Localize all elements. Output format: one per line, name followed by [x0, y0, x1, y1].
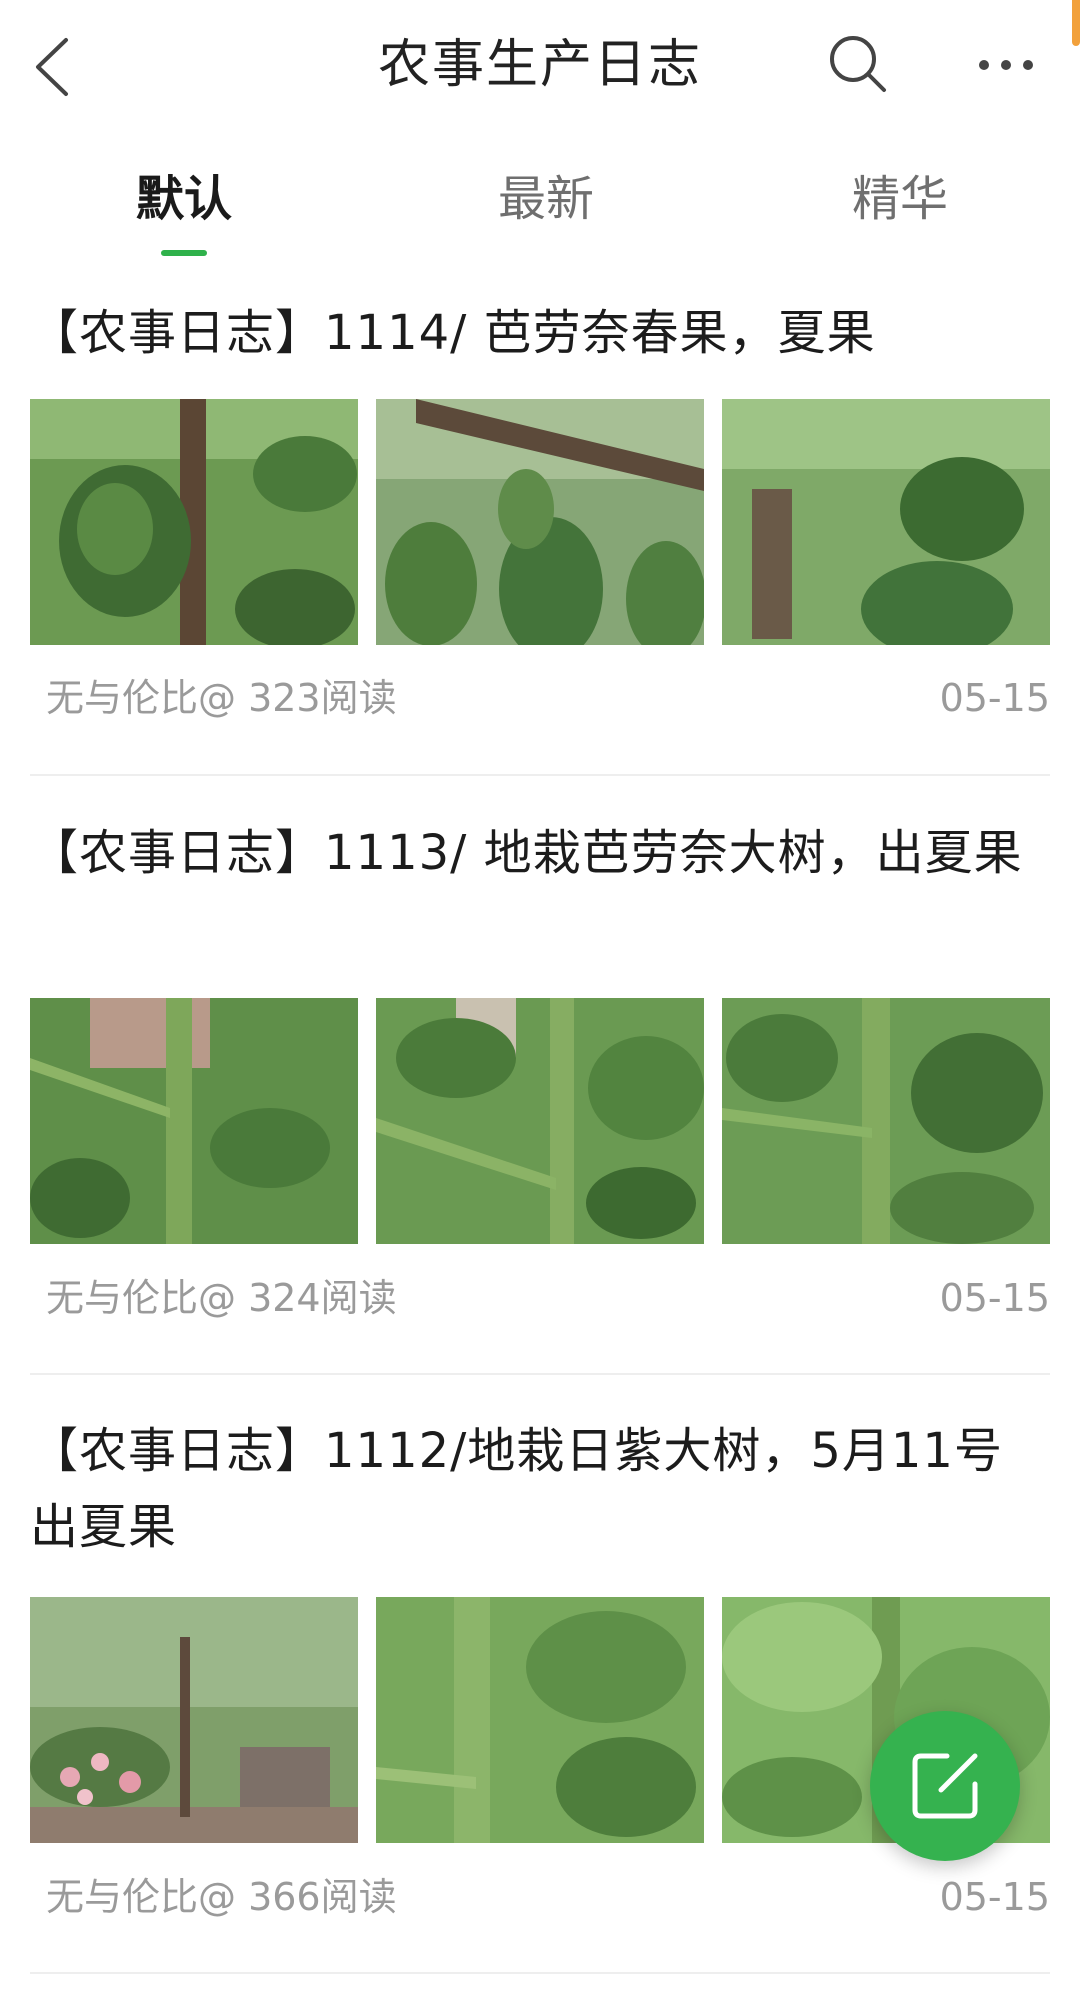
tab-featured[interactable]: 精华 — [790, 164, 1010, 234]
post-title[interactable]: 【农事日志】1112/地栽日紫大树，5月11号出夏果 — [30, 1413, 1050, 1565]
post-images — [30, 399, 1050, 645]
page-title: 农事生产日志 — [377, 35, 702, 95]
post-images — [30, 998, 1050, 1244]
post-image[interactable] — [376, 998, 704, 1244]
active-tab-indicator — [161, 250, 207, 256]
more-button[interactable] — [968, 28, 1048, 98]
post-date: 05-15 — [939, 1875, 1050, 1919]
scroll-indicator — [1072, 0, 1080, 46]
post-image[interactable] — [376, 399, 704, 645]
post-image[interactable] — [376, 1597, 704, 1843]
divider — [30, 774, 1050, 776]
back-button[interactable] — [22, 30, 92, 100]
search-button[interactable] — [822, 28, 892, 98]
tab-default[interactable]: 默认 — [74, 164, 294, 234]
post-image[interactable] — [722, 998, 1050, 1244]
post-date: 05-15 — [939, 1276, 1050, 1320]
tab-bar: 默认 最新 精华 — [0, 150, 1080, 260]
post-title[interactable]: 【农事日志】1113/ 地栽芭劳奈大树，出夏果 — [30, 815, 1050, 891]
search-icon — [830, 36, 886, 92]
tab-latest[interactable]: 最新 — [436, 164, 656, 234]
post-title[interactable]: 【农事日志】1114/ 芭劳奈春果，夏果 — [30, 295, 1050, 371]
post-image[interactable] — [30, 1597, 358, 1843]
more-horizontal-icon — [979, 60, 1033, 70]
compose-button[interactable] — [870, 1711, 1020, 1861]
divider — [30, 1373, 1050, 1375]
compose-icon — [912, 1753, 978, 1819]
list-item[interactable]: 【农事日志】1113/ 地栽芭劳奈大树，出夏果 无与伦比@ 324阅读 05-1… — [30, 815, 1050, 1335]
post-image[interactable] — [30, 998, 358, 1244]
post-author-reads: 无与伦比@ 323阅读 — [46, 676, 397, 720]
post-author-reads: 无与伦比@ 366阅读 — [46, 1875, 397, 1919]
post-image[interactable] — [30, 399, 358, 645]
post-author-reads: 无与伦比@ 324阅读 — [46, 1276, 397, 1320]
page: 农事生产日志 默认 最新 精华 【农事日志】1114/ 芭劳奈春果，夏果 无与伦… — [0, 0, 1080, 2001]
post-image[interactable] — [722, 399, 1050, 645]
chevron-left-icon — [36, 38, 68, 96]
divider — [30, 1972, 1050, 1974]
app-header: 农事生产日志 — [0, 0, 1080, 130]
list-item[interactable]: 【农事日志】1112/地栽日紫大树，5月11号出夏果 无与伦比@ 366阅读 0… — [30, 1413, 1050, 1953]
post-date: 05-15 — [939, 676, 1050, 720]
list-item[interactable]: 【农事日志】1114/ 芭劳奈春果，夏果 无与伦比@ 323阅读 05-15 — [30, 295, 1050, 735]
